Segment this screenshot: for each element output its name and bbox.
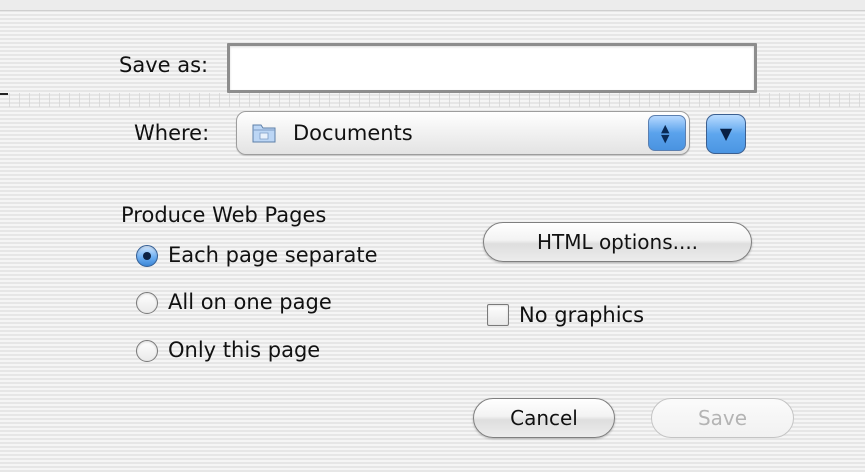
radio-label: All on one page [168, 290, 332, 314]
radio-label: Only this page [168, 338, 321, 362]
radio-button[interactable] [136, 340, 158, 362]
where-popup[interactable]: Documents ▲ ▼ [236, 111, 690, 155]
top-edge [0, 0, 865, 11]
no-graphics-checkbox[interactable] [487, 304, 509, 326]
expand-disclosure-button[interactable]: ▼ [706, 114, 746, 154]
produce-web-pages-heading: Produce Web Pages [121, 203, 327, 227]
radio-button[interactable] [136, 245, 158, 267]
popup-arrows-icon: ▲ ▼ [648, 115, 686, 151]
left-edge-mark [0, 93, 8, 95]
no-graphics-label: No graphics [519, 303, 645, 327]
html-options-button[interactable]: HTML options.... [483, 222, 752, 262]
radio-label: Each page separate [168, 243, 378, 267]
radio-each-page-separate[interactable]: Each page separate [136, 243, 436, 269]
where-popup-value: Documents [293, 121, 413, 145]
folder-icon [252, 121, 276, 143]
radio-only-this-page[interactable]: Only this page [136, 338, 436, 364]
background-ruler [0, 93, 865, 107]
cancel-button[interactable]: Cancel [473, 398, 615, 438]
radio-button[interactable] [136, 292, 158, 314]
save-as-label: Save as: [119, 53, 209, 77]
where-label: Where: [134, 121, 210, 145]
chevron-down-icon: ▼ [719, 124, 733, 143]
save-button[interactable]: Save [651, 398, 794, 438]
radio-all-on-one-page[interactable]: All on one page [136, 290, 436, 316]
save-as-field[interactable] [227, 43, 757, 93]
